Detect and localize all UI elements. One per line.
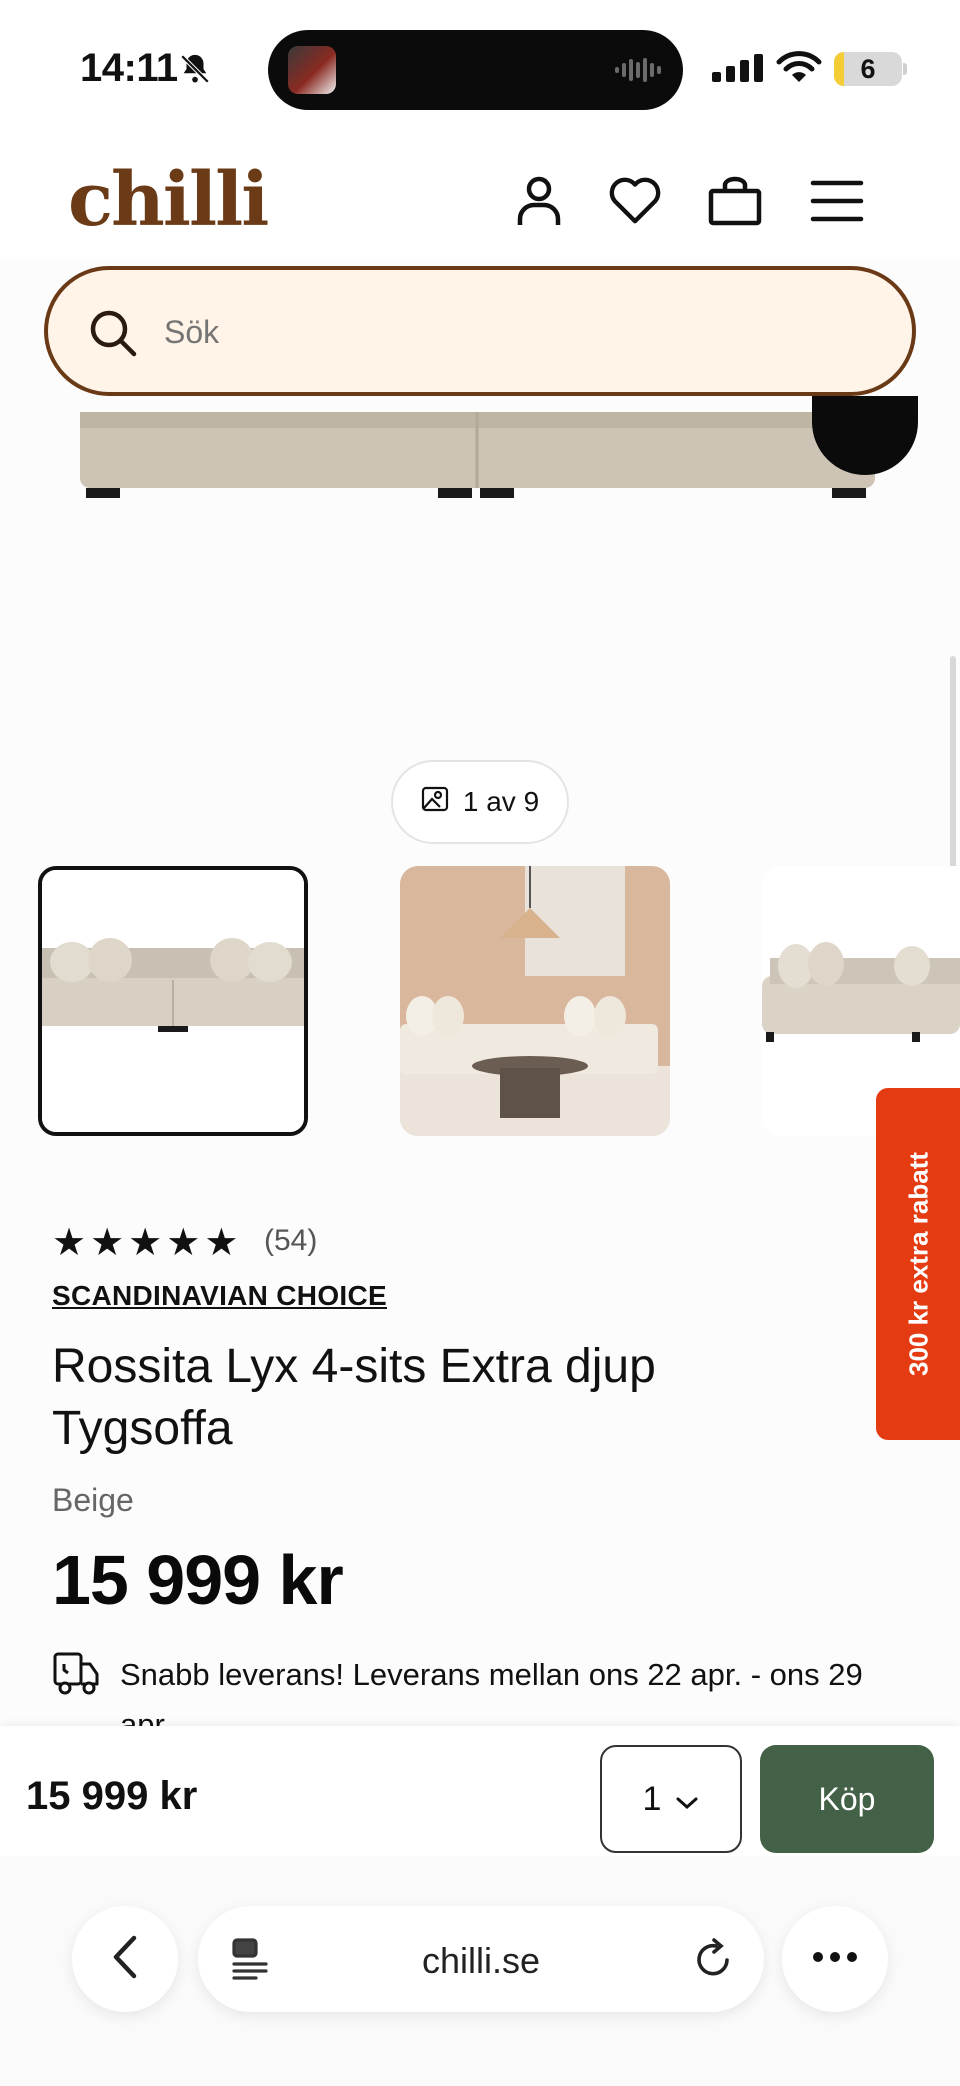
delivery-info: Snabb leverans! Leverans mellan ons 22 a…: [120, 1657, 863, 1730]
star-icon: ★: [128, 1222, 163, 1264]
reload-icon[interactable]: [694, 1936, 734, 1987]
product-image[interactable]: [0, 396, 960, 886]
menu-icon[interactable]: [810, 174, 864, 228]
product-price: 15 999 kr: [52, 1541, 344, 1619]
audio-wave-icon: [615, 56, 661, 89]
status-time: 14:11: [80, 46, 178, 90]
star-rating[interactable]: ★ ★ ★ ★ ★: [52, 1224, 238, 1262]
promo-label: 300 kr extra rabatt: [903, 1151, 934, 1377]
logo[interactable]: chilli: [68, 140, 269, 260]
product-title: Rossita Lyx 4-sits Extra djup Tygsoffa: [52, 1340, 656, 1455]
battery-level: 6: [860, 54, 876, 84]
back-button[interactable]: [72, 1906, 178, 2012]
status-bar: 14:11 6: [0, 0, 960, 140]
dynamic-island[interactable]: [268, 30, 683, 110]
heart-icon[interactable]: [608, 174, 662, 228]
truck-icon: [52, 1650, 100, 1701]
wifi-icon: [776, 50, 822, 89]
quantity-value: 1: [642, 1779, 662, 1818]
buy-button[interactable]: Köp: [760, 1745, 934, 1853]
bell-slash-icon: [178, 52, 212, 91]
address-bar[interactable]: chilli.se: [198, 1906, 764, 2012]
page-scrollbar[interactable]: [950, 656, 956, 886]
sofa-image: [80, 396, 918, 498]
quantity-select[interactable]: 1: [600, 1745, 742, 1853]
battery-indicator: 6: [834, 52, 902, 86]
back-icon: [110, 1934, 140, 1985]
chevron-down-icon: [675, 1780, 699, 1819]
star-icon: ★: [90, 1222, 125, 1264]
now-playing-artwork: [288, 46, 336, 94]
thumbnail-2[interactable]: [400, 866, 670, 1136]
star-icon: ★: [166, 1222, 201, 1264]
image-counter[interactable]: 1 av 9: [391, 760, 569, 844]
image-icon: [421, 786, 449, 819]
brand-link[interactable]: SCANDINAVIAN CHOICE: [52, 1280, 387, 1312]
thumbnail-1[interactable]: [38, 866, 308, 1136]
search-icon: [88, 308, 138, 363]
search-input[interactable]: [164, 304, 764, 360]
star-icon: ★: [52, 1222, 87, 1264]
search-bar[interactable]: [44, 266, 916, 396]
buy-bar-price: 15 999 kr: [26, 1774, 198, 1818]
more-icon: [812, 1950, 858, 1968]
star-icon: ★: [204, 1222, 239, 1264]
image-counter-text: 1 av 9: [462, 786, 540, 817]
product-color: Beige: [52, 1482, 134, 1518]
bag-icon[interactable]: [708, 174, 762, 228]
url-text: chilli.se: [421, 1940, 541, 1981]
review-count[interactable]: (54): [264, 1224, 317, 1258]
signal-icon: [712, 52, 764, 89]
account-icon[interactable]: [512, 174, 566, 228]
more-button[interactable]: [782, 1906, 888, 2012]
